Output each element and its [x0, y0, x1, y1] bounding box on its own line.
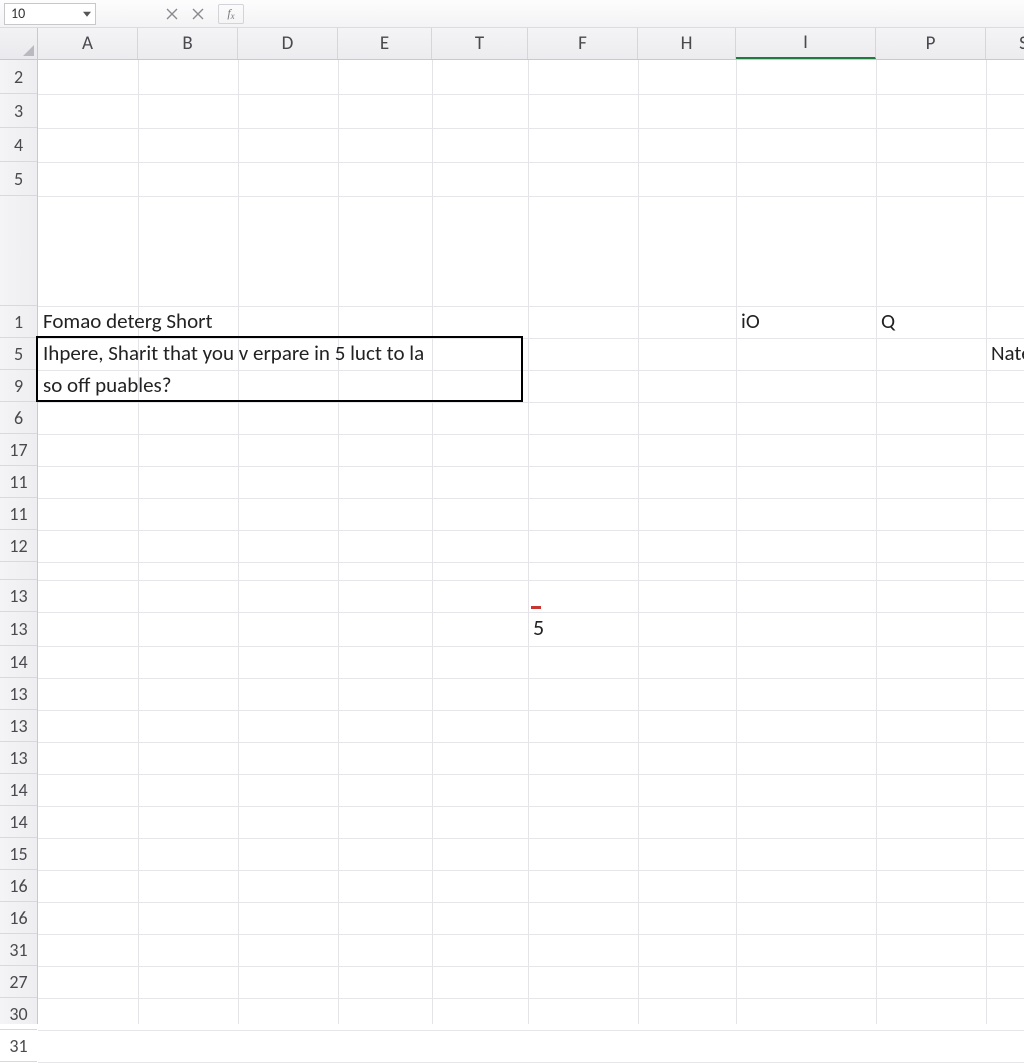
column-header-F[interactable]: F: [528, 28, 638, 59]
row-header-5b[interactable]: 5: [0, 338, 37, 370]
row-header-12[interactable]: 12: [0, 530, 37, 562]
select-all-corner[interactable]: [0, 28, 38, 60]
row-header-13d[interactable]: 13: [0, 710, 37, 742]
row-headers: 2345159617111112131314131313141415161631…: [0, 60, 38, 1024]
row-header-13[interactable]: 13: [0, 580, 37, 612]
row-header-gap2: [0, 562, 37, 580]
cancel-icon[interactable]: [162, 4, 182, 24]
row-header-13b[interactable]: 13: [0, 612, 37, 646]
row-header-13e[interactable]: 13: [0, 742, 37, 774]
cell-A9[interactable]: so off puables?: [38, 370, 522, 400]
cell-F13[interactable]: 5: [528, 612, 568, 642]
row-header-30[interactable]: 30: [0, 998, 37, 1030]
fx-label: fx: [227, 6, 234, 21]
row-header-11[interactable]: 11: [0, 466, 37, 498]
row-header-6[interactable]: 6: [0, 402, 37, 434]
column-header-E[interactable]: E: [338, 28, 432, 59]
worksheet[interactable]: ABDETFHIPS 23451596171111121313141313131…: [0, 28, 1024, 1024]
column-header-I[interactable]: I: [736, 28, 876, 59]
row-header-14[interactable]: 14: [0, 646, 37, 678]
fx-icon[interactable]: fx: [218, 4, 244, 24]
column-headers: ABDETFHIPS: [38, 28, 1024, 60]
cell-S5[interactable]: Nate V: [986, 338, 1024, 368]
row-header-1[interactable]: 1: [0, 306, 37, 338]
formula-bar: 10 fx: [0, 0, 1024, 28]
enter-icon[interactable]: [188, 4, 208, 24]
cell-A5[interactable]: Ihpere, Sharit that you v erpare in 5 lu…: [38, 338, 522, 368]
column-header-P[interactable]: P: [876, 28, 986, 59]
row-header-13c[interactable]: 13: [0, 678, 37, 710]
row-header-gap1: [0, 196, 37, 306]
column-header-S[interactable]: S: [986, 28, 1024, 59]
chevron-down-icon[interactable]: [83, 11, 91, 16]
row-header-16b[interactable]: 16: [0, 902, 37, 934]
row-header-14c[interactable]: 14: [0, 806, 37, 838]
row-header-17[interactable]: 17: [0, 434, 37, 466]
row-header-31b[interactable]: 31: [0, 1030, 37, 1062]
row-header-9[interactable]: 9: [0, 370, 37, 402]
column-header-B[interactable]: B: [138, 28, 238, 59]
name-box[interactable]: 10: [4, 3, 96, 25]
row-header-14b[interactable]: 14: [0, 774, 37, 806]
row-header-5[interactable]: 5: [0, 162, 37, 196]
row-header-11b[interactable]: 11: [0, 498, 37, 530]
row-header-4[interactable]: 4: [0, 128, 37, 162]
name-box-value: 10: [11, 5, 25, 22]
cell-A1[interactable]: Fomao deterg Short: [38, 306, 528, 336]
row-header-16[interactable]: 16: [0, 870, 37, 902]
column-header-D[interactable]: D: [238, 28, 338, 59]
column-header-T[interactable]: T: [432, 28, 528, 59]
red-marker-icon: [531, 606, 541, 609]
row-header-27[interactable]: 27: [0, 966, 37, 998]
cell-grid[interactable]: Fomao deterg Short iO Q Ihpere, Sharit that…: [38, 60, 1024, 1024]
cell-I1[interactable]: iO: [736, 306, 816, 336]
row-header-31[interactable]: 31: [0, 934, 37, 966]
row-header-3[interactable]: 3: [0, 94, 37, 128]
row-header-2[interactable]: 2: [0, 60, 37, 94]
row-header-15[interactable]: 15: [0, 838, 37, 870]
cell-P1[interactable]: Q: [876, 306, 936, 336]
column-header-H[interactable]: H: [638, 28, 736, 59]
column-header-A[interactable]: A: [38, 28, 138, 59]
